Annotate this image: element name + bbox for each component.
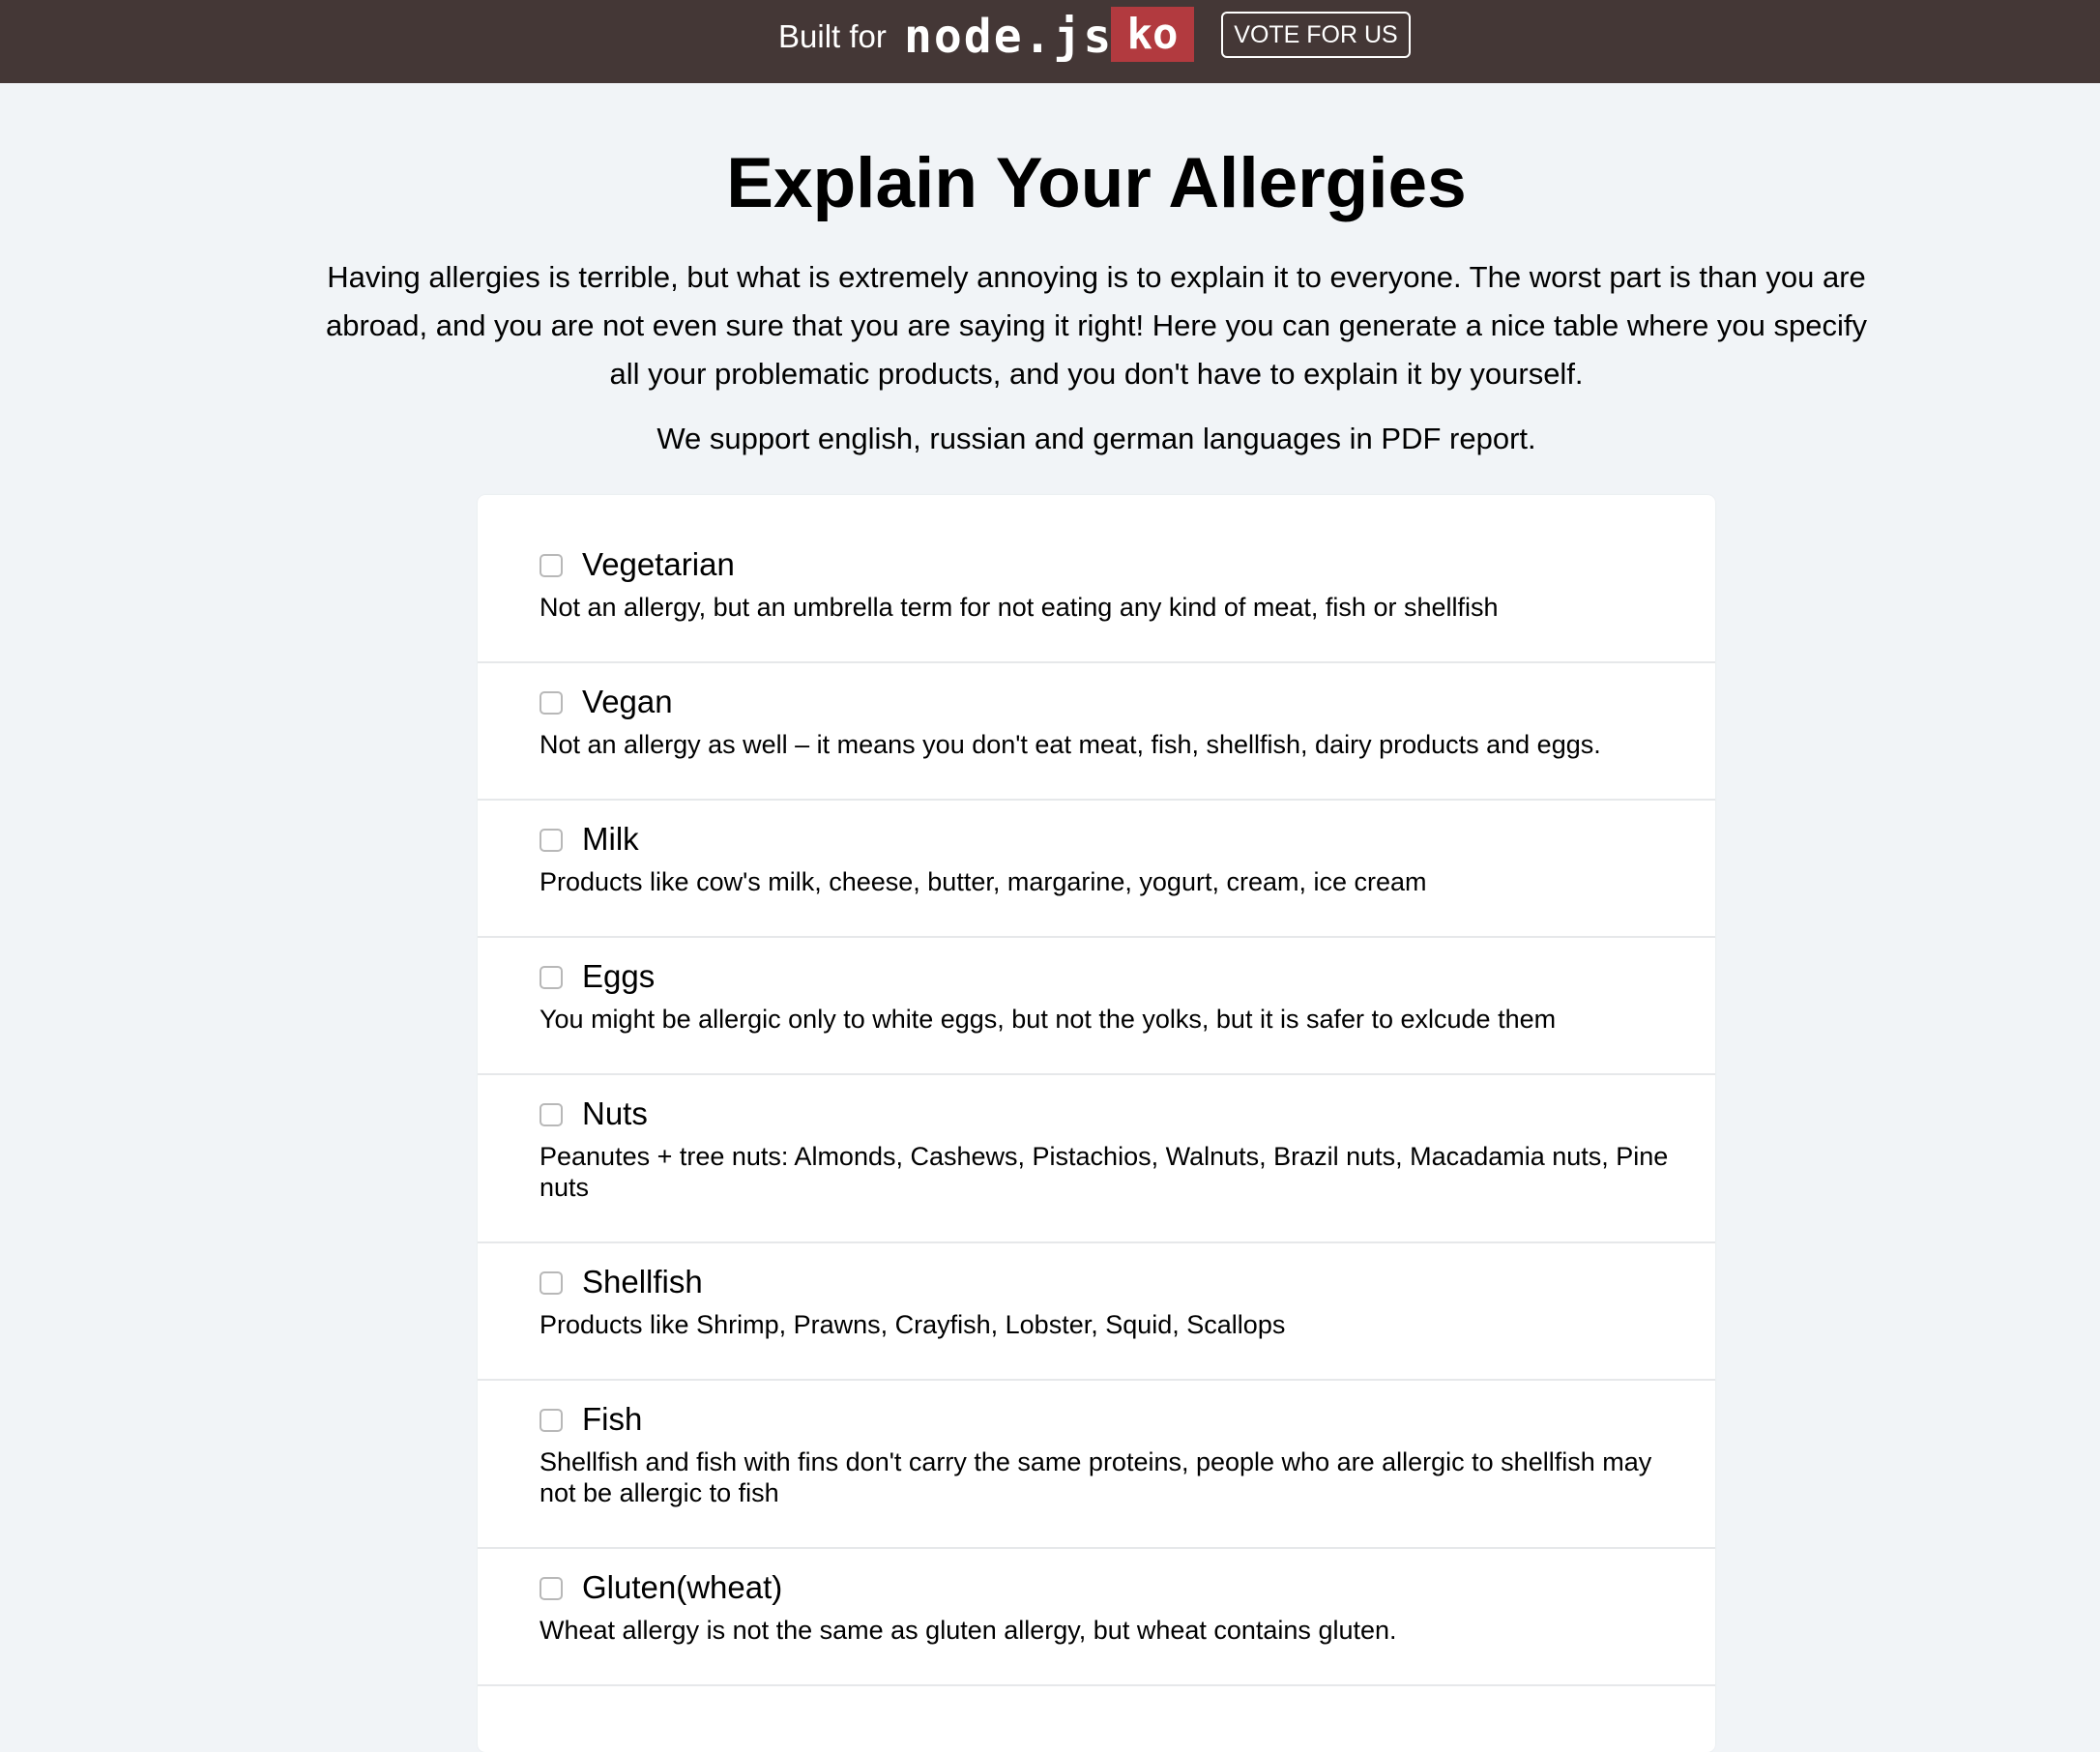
allergy-item-gluten[interactable]: Gluten(wheat) Wheat allergy is not the s… (478, 1549, 1715, 1686)
built-for-label: Built for (778, 18, 887, 54)
allergy-label: Gluten(wheat) (582, 1569, 783, 1605)
top-banner: Built for node.js ko VOTE FOR US (0, 0, 2100, 83)
nodejs-logo: node.js (904, 10, 1114, 64)
allergy-description: Products like cow's milk, cheese, butter… (540, 867, 1427, 896)
allergy-description: Peanutes + tree nuts: Almonds, Cashews, … (540, 1142, 1669, 1202)
allergy-description: Wheat allergy is not the same as gluten … (540, 1616, 1397, 1645)
shellfish-checkbox[interactable] (540, 1271, 563, 1295)
page-title: Explain Your Allergies (726, 144, 1467, 222)
allergy-label: Milk (582, 821, 639, 857)
milk-checkbox[interactable] (540, 829, 563, 852)
allergy-description: Shellfish and fish with fins don't carry… (540, 1447, 1652, 1507)
eggs-checkbox[interactable] (540, 966, 563, 989)
nuts-checkbox[interactable] (540, 1103, 563, 1126)
allergy-item-nuts[interactable]: Nuts Peanutes + tree nuts: Almonds, Cash… (478, 1075, 1715, 1243)
allergy-description: Not an allergy, but an umbrella term for… (540, 593, 1499, 622)
allergy-label: Nuts (582, 1095, 648, 1131)
allergy-item-shellfish[interactable]: Shellfish Products like Shrimp, Prawns, … (478, 1243, 1715, 1381)
allergy-item-eggs[interactable]: Eggs You might be allergic only to white… (478, 938, 1715, 1075)
allergy-item-vegetarian[interactable]: Vegetarian Not an allergy, but an umbrel… (478, 495, 1715, 663)
allergy-item-milk[interactable]: Milk Products like cow's milk, cheese, b… (478, 801, 1715, 938)
fish-checkbox[interactable] (540, 1409, 563, 1432)
allergy-label: Eggs (582, 958, 656, 994)
vote-for-us-button[interactable]: VOTE FOR US (1221, 12, 1411, 58)
ko-logo: ko (1111, 7, 1194, 62)
allergy-description: Products like Shrimp, Prawns, Crayfish, … (540, 1310, 1286, 1339)
allergy-label: Fish (582, 1401, 643, 1437)
gluten-checkbox[interactable] (540, 1577, 563, 1600)
allergy-label: Shellfish (582, 1264, 703, 1299)
vegan-checkbox[interactable] (540, 691, 563, 715)
allergy-label: Vegetarian (582, 546, 735, 582)
allergy-label: Vegan (582, 684, 673, 719)
allergy-item-vegan[interactable]: Vegan Not an allergy as well – it means … (478, 663, 1715, 801)
language-support-note: We support english, russian and german l… (656, 422, 1536, 455)
vegetarian-checkbox[interactable] (540, 554, 563, 577)
allergy-description: Not an allergy as well – it means you do… (540, 730, 1601, 759)
allergy-list: Vegetarian Not an allergy, but an umbrel… (478, 495, 1715, 1752)
allergy-item-fish[interactable]: Fish Shellfish and fish with fins don't … (478, 1381, 1715, 1549)
allergy-description: You might be allergic only to white eggs… (540, 1005, 1557, 1034)
intro-paragraph: Having allergies is terrible, but what i… (325, 260, 1868, 391)
